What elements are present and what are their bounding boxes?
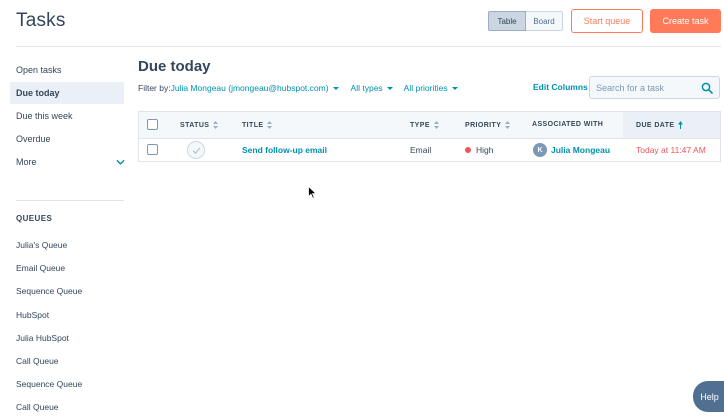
sidebar-divider — [16, 200, 124, 201]
caret-down-icon — [386, 86, 393, 90]
queues-heading: QUEUES — [16, 214, 53, 223]
sidebar-item-due-this-week[interactable]: Due this week — [10, 105, 124, 127]
section-title: Due today — [138, 58, 211, 75]
task-due-date: Today at 11:47 AM — [636, 145, 706, 155]
edit-columns-link[interactable]: Edit Columns — [533, 82, 588, 92]
column-header-type[interactable]: TYPE — [410, 121, 439, 129]
sidebar-item-open-tasks[interactable]: Open tasks — [10, 59, 124, 81]
column-header-title[interactable]: TITLE — [242, 121, 273, 129]
filter-label: Filter by: — [138, 83, 171, 93]
start-queue-button[interactable]: Start queue — [571, 9, 643, 33]
caret-down-icon — [332, 86, 339, 90]
queue-item-julia-hubspot[interactable]: Julia HubSpot — [16, 333, 69, 343]
create-task-button[interactable]: Create task — [650, 9, 721, 33]
page-title: Tasks — [16, 10, 66, 31]
filter-bar: Filter by: Julia Mongeau (jmongeau@hubsp… — [138, 82, 458, 94]
complete-task-toggle[interactable] — [187, 141, 205, 159]
table-view-button[interactable]: Table — [488, 11, 526, 31]
priority-filter-label: All priorities — [403, 83, 448, 93]
queue-item-sequence-queue[interactable]: Sequence Queue — [16, 286, 82, 296]
sidebar-item-label: Due this week — [16, 111, 73, 121]
sidebar-item-due-today[interactable]: Due today — [10, 82, 124, 104]
column-header-associated-with: ASSOCIATED WITH — [532, 121, 603, 128]
sidebar-item-overdue[interactable]: Overdue — [10, 128, 124, 150]
table-header: STATUS TITLE TYPE PRIORITY ASSOCIATED WI… — [139, 112, 720, 139]
sidebar-item-label: Due today — [16, 88, 60, 98]
column-header-label: TYPE — [410, 121, 430, 129]
column-header-status[interactable]: STATUS — [180, 121, 219, 129]
select-all-checkbox[interactable] — [147, 119, 158, 130]
sidebar-item-label: Open tasks — [16, 65, 62, 75]
queue-item-sequence-queue-2[interactable]: Sequence Queue — [16, 379, 82, 389]
row-checkbox[interactable] — [147, 144, 158, 155]
column-header-priority[interactable]: PRIORITY — [465, 121, 511, 129]
task-title-link[interactable]: Send follow-up email — [242, 145, 327, 155]
tasks-table: STATUS TITLE TYPE PRIORITY ASSOCIATED WI… — [138, 111, 721, 162]
board-view-button[interactable]: Board — [526, 11, 563, 31]
column-header-label: STATUS — [180, 121, 210, 129]
queue-item-call-queue[interactable]: Call Queue — [16, 356, 59, 366]
queue-item-hubspot[interactable]: HubSpot — [16, 310, 49, 320]
search-box — [589, 76, 720, 99]
sidebar-item-more[interactable]: More — [10, 151, 125, 173]
column-header-label: TITLE — [242, 121, 264, 129]
queue-item-julias-queue[interactable]: Julia's Queue — [16, 240, 67, 250]
sort-icon — [433, 121, 439, 129]
column-header-label: DUE DATE — [636, 121, 675, 129]
task-priority-label: High — [476, 145, 494, 155]
type-filter-dropdown[interactable]: All types — [351, 83, 393, 93]
owner-filter-label: Julia Mongeau (jmongeau@hubspot.com) — [170, 83, 329, 93]
checkmark-icon — [192, 147, 200, 154]
column-header-due-date[interactable]: DUE DATE — [636, 121, 684, 129]
sidebar-item-label: Overdue — [16, 134, 51, 144]
task-type: Email — [410, 145, 432, 155]
owner-filter-dropdown[interactable]: Julia Mongeau (jmongeau@hubspot.com) — [171, 83, 339, 93]
sidebar-item-label: More — [16, 157, 37, 167]
queue-item-email-queue[interactable]: Email Queue — [16, 263, 65, 273]
sort-icon — [267, 121, 273, 129]
task-priority: High — [465, 145, 493, 155]
sort-icon — [505, 121, 511, 129]
caret-down-icon — [451, 86, 458, 90]
priority-filter-dropdown[interactable]: All priorities — [404, 83, 458, 93]
chevron-down-icon — [116, 159, 125, 165]
column-header-label: ASSOCIATED WITH — [532, 121, 604, 128]
view-toggle: Table Board — [488, 11, 563, 31]
priority-high-dot — [465, 147, 471, 153]
search-input[interactable] — [590, 82, 694, 93]
help-button[interactable]: Help — [693, 381, 724, 412]
queue-item-call-queue-2[interactable]: Call Queue — [16, 402, 59, 412]
search-icon[interactable] — [701, 82, 713, 94]
type-filter-label: All types — [350, 83, 383, 93]
avatar: K — [533, 143, 547, 157]
column-header-label: PRIORITY — [465, 121, 502, 129]
mouse-cursor-icon — [308, 186, 317, 199]
header-divider — [16, 46, 721, 47]
sort-icon — [213, 121, 219, 129]
associated-contact-link[interactable]: Julia Mongeau — [551, 145, 610, 155]
sort-ascending-icon — [678, 121, 684, 129]
